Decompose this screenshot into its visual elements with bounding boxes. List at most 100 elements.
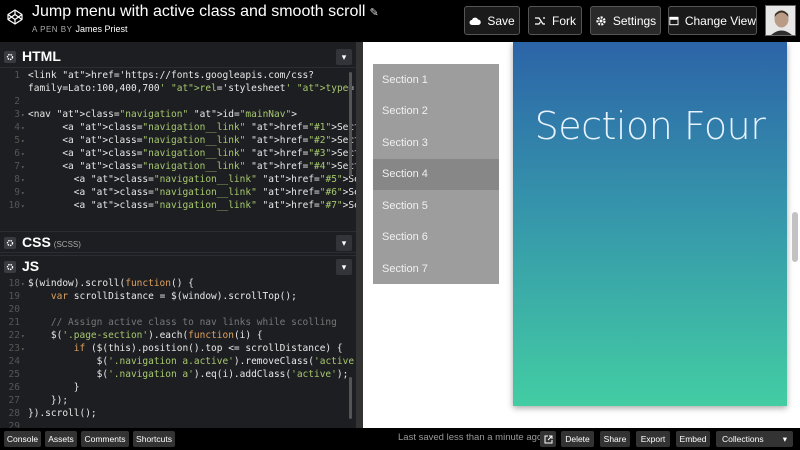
code-line[interactable]: 2 <box>0 96 356 109</box>
line-number: 1 <box>14 70 20 81</box>
console-button[interactable]: Console <box>4 431 41 447</box>
code-line[interactable]: 22 ▾ $('.page-section').each(function(i) … <box>0 330 356 343</box>
line-number: 19 <box>8 291 20 302</box>
code-line[interactable]: 8 ▾ <a "at">class="navigation__link" "at"… <box>0 174 356 187</box>
fold-arrow-icon[interactable]: ▾ <box>21 138 25 145</box>
code-text: <a "at">class="navigation__link" "at">hr… <box>28 174 356 185</box>
fold-arrow-icon[interactable]: ▾ <box>21 281 25 288</box>
assets-button[interactable]: Assets <box>45 431 77 447</box>
code-text: <a "at">class="navigation__link" "at">hr… <box>28 135 356 146</box>
fold-arrow-icon[interactable]: ▾ <box>21 333 25 340</box>
pencil-icon[interactable]: ✎ <box>369 7 378 19</box>
fold-arrow-icon[interactable]: ▾ <box>21 203 25 210</box>
js-code-area[interactable]: 18 ▾ $(window).scroll(function() {19 var s… <box>0 276 356 428</box>
cloud-icon <box>469 17 482 25</box>
save-button[interactable]: Save <box>464 6 520 35</box>
chevron-down-icon[interactable]: ▾ <box>336 259 352 275</box>
fold-arrow-icon[interactable]: ▾ <box>21 164 25 171</box>
chevron-down-icon: ▾ <box>782 433 787 444</box>
chevron-down-icon[interactable]: ▾ <box>336 235 352 251</box>
code-line[interactable]: 6 ▾ <a "at">class="navigation__link" "at"… <box>0 148 356 161</box>
line-number: 3 <box>14 109 20 120</box>
gear-icon[interactable] <box>4 261 16 273</box>
fold-arrow-icon[interactable]: ▾ <box>21 112 25 119</box>
pen-title-text[interactable]: Jump menu with active class and smooth s… <box>32 3 365 20</box>
code-line[interactable]: 7 ▾ <a "at">class="navigation__link" "at"… <box>0 161 356 174</box>
fold-arrow-icon[interactable]: ▾ <box>21 151 25 158</box>
code-line[interactable]: 26 } <box>0 382 356 395</box>
jump-menu: Section 1 Section 2 Section 3 Section 4 Sect… <box>373 64 499 284</box>
settings-label: Settings <box>612 13 657 28</box>
chevron-down-icon[interactable]: ▾ <box>336 49 352 65</box>
code-line[interactable]: 18 ▾ $(window).scroll(function() { <box>0 278 356 291</box>
code-text: <a "at">class="navigation__link" "at">hr… <box>28 161 356 172</box>
code-line[interactable]: 1 <link "at">href='https://fonts.googleap… <box>0 70 356 83</box>
editor-column: HTML ▾ 1 <link "at">href='https://fonts.g… <box>0 42 356 428</box>
code-line[interactable]: 9 ▾ <a "at">class="navigation__link" "at"… <box>0 187 356 200</box>
pen-title[interactable]: Jump menu with active class and smooth s… <box>32 3 379 21</box>
html-scrollbar[interactable] <box>349 72 352 176</box>
code-line[interactable]: 24 $('.navigation a.active').removeClass… <box>0 356 356 369</box>
code-text: <a "at">class="navigation__link" "at">hr… <box>28 122 356 133</box>
nav-link-section-5[interactable]: Section 5 <box>373 190 499 221</box>
js-scrollbar[interactable] <box>349 377 352 419</box>
code-line[interactable]: 20 <box>0 304 356 317</box>
nav-link-section-2[interactable]: Section 2 <box>373 96 499 127</box>
collections-dropdown[interactable]: Collections ▾ <box>716 431 793 447</box>
section-title: Section Four <box>534 104 766 148</box>
share-button[interactable]: Share <box>600 431 630 447</box>
nav-link-section-4[interactable]: Section 4 <box>373 158 499 190</box>
line-number: 26 <box>8 382 20 393</box>
html-editor-header[interactable]: HTML ▾ <box>0 46 356 68</box>
code-text: $('.navigation a.active').removeClass('a… <box>28 356 356 367</box>
embed-button[interactable]: Embed <box>676 431 710 447</box>
code-text: }).scroll(); <box>28 408 97 419</box>
external-link-icon[interactable] <box>540 431 556 447</box>
code-line[interactable]: 3 ▾ <nav "at">class="navigation" "at">id="… <box>0 109 356 122</box>
gear-icon[interactable] <box>4 237 16 249</box>
fold-arrow-icon[interactable]: ▾ <box>21 125 25 132</box>
line-number: 9 <box>14 187 20 198</box>
code-line[interactable]: 19 var scrollDistance = $(window).scroll… <box>0 291 356 304</box>
fold-arrow-icon[interactable]: ▾ <box>21 177 25 184</box>
fork-icon <box>535 16 545 25</box>
comments-button[interactable]: Comments <box>81 431 129 447</box>
code-line[interactable]: 27 }); <box>0 395 356 408</box>
css-editor-header[interactable]: CSS (SCSS) ▾ <box>0 231 356 253</box>
gear-icon[interactable] <box>4 51 16 63</box>
js-editor-title: JS <box>22 258 40 274</box>
line-number: 2 <box>14 96 20 107</box>
nav-link-section-3[interactable]: Section 3 <box>373 127 499 158</box>
nav-link-section-7[interactable]: Section 7 <box>373 253 499 284</box>
delete-button[interactable]: Delete <box>561 431 594 447</box>
code-line[interactable]: 25 $('.navigation a').eq(i).addClass('ac… <box>0 369 356 382</box>
line-number: 27 <box>8 395 20 406</box>
author-link[interactable]: James Priest <box>75 24 127 34</box>
html-code-area[interactable]: 1 <link "at">href='https://fonts.googleap… <box>0 68 356 228</box>
code-text: }); <box>28 395 69 406</box>
fold-arrow-icon[interactable]: ▾ <box>21 346 25 353</box>
code-line[interactable]: family=Lato:100,400,700' "at">rel='style… <box>0 83 356 96</box>
shortcuts-button[interactable]: Shortcuts <box>133 431 175 447</box>
settings-button[interactable]: Settings <box>590 6 661 35</box>
codepen-logo-icon[interactable] <box>7 9 23 25</box>
editor-resize-handle[interactable] <box>356 42 363 428</box>
fold-arrow-icon[interactable]: ▾ <box>21 190 25 197</box>
code-line[interactable]: 10 ▾ <a "at">class="navigation__link" "at… <box>0 200 356 213</box>
change-view-button[interactable]: Change View <box>668 6 757 35</box>
code-text: <nav "at">class="navigation" "at">id="ma… <box>28 109 297 120</box>
preview-scrollbar[interactable] <box>792 212 798 262</box>
code-line[interactable]: 29 <box>0 421 356 428</box>
nav-link-section-6[interactable]: Section 6 <box>373 222 499 253</box>
user-avatar[interactable] <box>765 5 796 36</box>
nav-link-section-1[interactable]: Section 1 <box>373 64 499 95</box>
code-line[interactable]: 5 ▾ <a "at">class="navigation__link" "at"… <box>0 135 356 148</box>
code-line[interactable]: 21 // Assign active class to nav links w… <box>0 317 356 330</box>
code-line[interactable]: 28}).scroll(); <box>0 408 356 421</box>
code-line[interactable]: 4 ▾ <a "at">class="navigation__link" "at"… <box>0 122 356 135</box>
line-number: 25 <box>8 369 20 380</box>
code-line[interactable]: 23 ▾ if ($(this).position().top <= scroll… <box>0 343 356 356</box>
fork-button[interactable]: Fork <box>528 6 582 35</box>
export-button[interactable]: Export <box>636 431 670 447</box>
js-editor-header[interactable]: JS ▾ <box>0 255 356 277</box>
